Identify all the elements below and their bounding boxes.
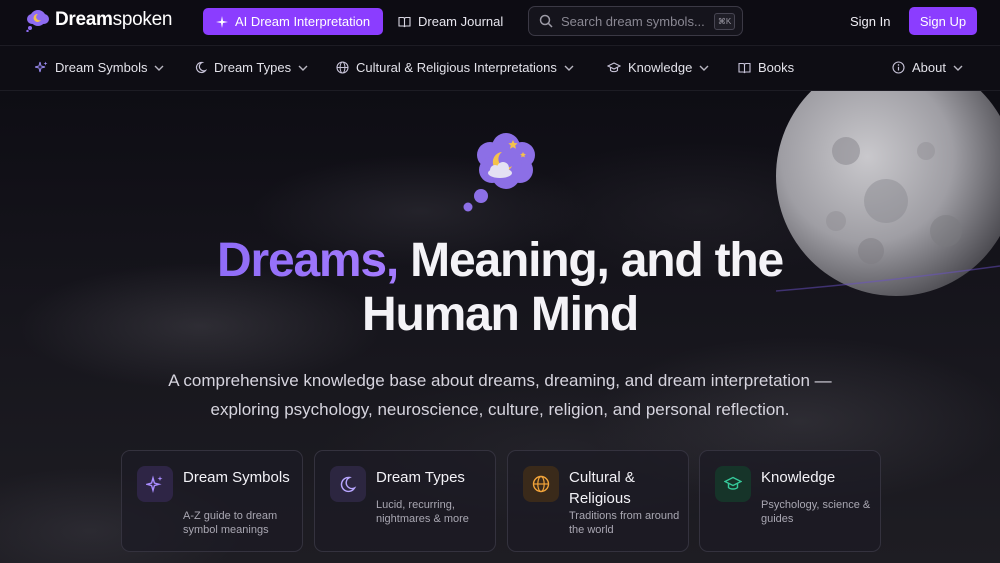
info-icon (892, 61, 905, 74)
globe-icon (532, 475, 550, 493)
chevron-down-icon (298, 65, 308, 71)
graduation-cap-icon (607, 61, 621, 72)
hero-title-accent: Dreams, (217, 234, 399, 287)
dream-bubble-icon (463, 133, 535, 212)
card-title: Knowledge (761, 469, 836, 486)
nav-dream-symbols[interactable]: Dream Symbols (35, 60, 164, 75)
card-dream-types[interactable]: Dream Types Lucid, recurring, nightmares… (314, 450, 496, 552)
card-icon-box (715, 466, 751, 502)
card-knowledge[interactable]: Knowledge Psychology, science & guides (699, 450, 881, 552)
nav-about-label: About (912, 60, 946, 75)
hero-subtitle-line1: A comprehensive knowledge base about dre… (168, 371, 832, 390)
search-input[interactable]: Search dream symbols... ⌘K (528, 6, 743, 36)
chevron-down-icon (953, 65, 963, 71)
card-title: Cultural & Religious (569, 469, 635, 507)
sparkles-icon (146, 475, 163, 493)
moon-icon (195, 61, 207, 74)
card-description: Traditions from around the world (569, 510, 680, 536)
moon-icon (340, 476, 357, 493)
chevron-down-icon (564, 65, 574, 71)
card-icon-box (330, 466, 366, 502)
hero-subtitle-line2: exploring psychology, neuroscience, cult… (210, 400, 790, 419)
nav-dream-types[interactable]: Dream Types (194, 60, 308, 75)
dream-journal-link[interactable]: Dream Journal (398, 8, 503, 35)
card-description: Psychology, science & guides (761, 499, 871, 525)
keyboard-shortcut-badge: ⌘K (714, 13, 735, 30)
dream-journal-label: Dream Journal (418, 14, 504, 29)
hero-section: Dreams, Meaning, and the Human Mind A co… (0, 91, 1000, 563)
logo[interactable]: Dreamspoken (26, 8, 172, 32)
sparkles-icon (35, 61, 48, 73)
card-description: A-Z guide to dream symbol meanings (183, 510, 278, 536)
card-cultural-religious[interactable]: Cultural & Religious Traditions from aro… (507, 450, 689, 552)
sparkle-icon (215, 15, 228, 28)
sign-up-button[interactable]: Sign Up (909, 7, 977, 35)
book-open-icon (738, 62, 751, 73)
search-icon (539, 14, 553, 28)
logo-wordmark: Dreamspoken (55, 9, 173, 30)
sign-in-link[interactable]: Sign In (850, 14, 890, 29)
nav-cultural-religious[interactable]: Cultural & Religious Interpretations (336, 60, 574, 75)
book-open-icon (398, 16, 411, 27)
top-navbar: Dreamspoken AI Dream Interpretation Drea… (0, 0, 1000, 44)
chevron-down-icon (699, 65, 709, 71)
graduation-cap-icon (724, 476, 742, 490)
nav-knowledge[interactable]: Knowledge (607, 60, 709, 75)
card-title: Dream Types (376, 469, 465, 486)
hero-title-part2: Human Mind (362, 288, 639, 341)
search-placeholder: Search dream symbols... (561, 13, 705, 29)
card-title: Dream Symbols (183, 469, 290, 486)
ai-button-label: AI Dream Interpretation (234, 14, 371, 29)
category-navbar: Dream Symbols Dream Types Cultural & Rel… (0, 45, 1000, 91)
card-description: Lucid, recurring, nightmares & more (376, 499, 469, 525)
nav-books[interactable]: Books (738, 60, 794, 75)
nav-knowledge-label: Knowledge (628, 60, 693, 75)
globe-icon (336, 61, 349, 74)
logo-cloud-icon (26, 10, 49, 32)
hero-title-part1: Meaning, and the (398, 234, 784, 287)
card-icon-box (137, 466, 173, 502)
hero-subtitle: A comprehensive knowledge base about dre… (130, 366, 870, 424)
nav-cultural-label: Cultural & Religious Interpretations (356, 60, 557, 75)
ai-dream-interpretation-button[interactable]: AI Dream Interpretation (203, 8, 383, 35)
nav-dream-types-label: Dream Types (214, 60, 292, 75)
card-dream-symbols[interactable]: Dream Symbols A-Z guide to dream symbol … (121, 450, 303, 552)
nav-dream-symbols-label: Dream Symbols (55, 60, 148, 75)
hero-title: Dreams, Meaning, and the Human Mind (0, 234, 1000, 342)
card-icon-box (523, 466, 559, 502)
chevron-down-icon (154, 65, 164, 71)
nav-about[interactable]: About (892, 60, 963, 75)
nav-books-label: Books (758, 60, 795, 75)
